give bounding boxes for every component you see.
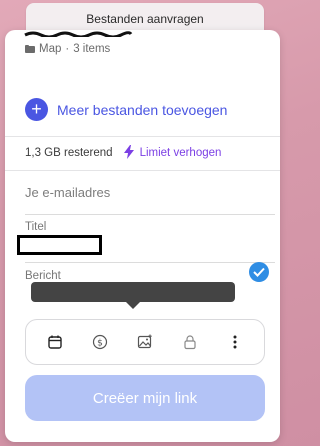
more-icon[interactable] xyxy=(221,328,249,356)
create-link-button[interactable]: Creëer mijn link xyxy=(25,375,265,421)
calendar-icon[interactable] xyxy=(41,328,69,356)
tooltip xyxy=(31,282,235,309)
divider xyxy=(5,170,280,171)
item-count: 3 items xyxy=(73,43,111,55)
add-files-label: Meer bestanden toevoegen xyxy=(57,101,228,118)
email-field[interactable] xyxy=(25,180,265,204)
scribbled-title xyxy=(24,31,133,37)
divider xyxy=(25,262,275,263)
image-icon[interactable] xyxy=(131,328,159,356)
create-link-label: Creëer mijn link xyxy=(92,389,198,407)
lock-icon[interactable] xyxy=(176,328,204,356)
folder-type: Map xyxy=(39,43,62,55)
storage-row: 1,3 GB resterend Limiet verhogen xyxy=(25,145,221,160)
divider xyxy=(5,136,280,137)
options-toolbar: $ xyxy=(25,319,265,365)
folder-icon xyxy=(25,45,35,53)
dollar-icon[interactable]: $ xyxy=(86,328,114,356)
request-files-panel: Map · 3 items + Meer bestanden toevoegen… xyxy=(5,30,280,442)
upgrade-limit-link[interactable]: Limiet verhogen xyxy=(123,145,222,160)
lightning-icon xyxy=(123,145,135,160)
title-field-redacted[interactable] xyxy=(17,235,102,255)
message-label: Bericht xyxy=(25,270,61,282)
meta-separator: · xyxy=(65,43,70,55)
folder-meta: Map · 3 items xyxy=(25,43,110,55)
add-more-files-button[interactable]: + Meer bestanden toevoegen xyxy=(25,98,227,121)
upgrade-limit-label: Limiet verhogen xyxy=(139,146,222,159)
divider xyxy=(25,214,275,215)
svg-text:$: $ xyxy=(97,339,103,349)
tab-title: Bestanden aanvragen xyxy=(86,12,204,26)
storage-remaining: 1,3 GB resterend xyxy=(25,146,113,159)
plus-icon: + xyxy=(25,98,48,121)
title-label: Titel xyxy=(25,221,47,233)
check-icon[interactable] xyxy=(249,262,269,282)
